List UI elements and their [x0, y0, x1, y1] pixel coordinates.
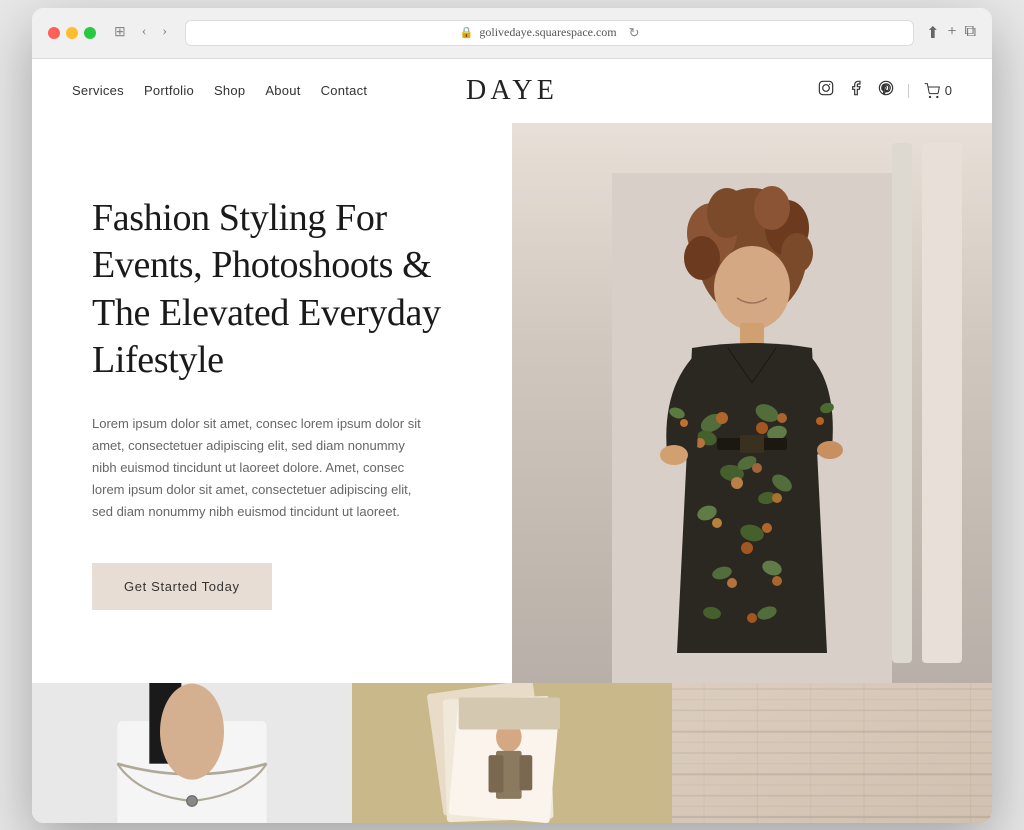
browser-controls: ⊞ ‹ ›	[108, 22, 173, 43]
close-button[interactable]	[48, 27, 60, 39]
browser-actions: ⬆ + ⧉	[926, 23, 976, 43]
gallery-item-photos	[352, 683, 672, 823]
nav-services[interactable]: Services	[72, 83, 124, 98]
new-tab-icon[interactable]: +	[948, 23, 957, 43]
back-button[interactable]: ‹	[136, 22, 153, 43]
website-content: Services Portfolio Shop About Contact DA…	[32, 59, 992, 823]
windows-icon[interactable]: ⧉	[965, 23, 976, 43]
minimize-button[interactable]	[66, 27, 78, 39]
get-started-button[interactable]: Get Started Today	[92, 563, 272, 610]
browser-chrome: ⊞ ‹ › 🔒 golivedaye.squarespace.com ↻ ⬆ +…	[32, 8, 992, 59]
nav-portfolio[interactable]: Portfolio	[144, 83, 194, 98]
nav-right: 0	[558, 80, 952, 101]
fullscreen-button[interactable]	[84, 27, 96, 39]
nav-shop[interactable]: Shop	[214, 83, 245, 98]
light-panel-1	[922, 143, 962, 663]
url-bar[interactable]: 🔒 golivedaye.squarespace.com ↻	[185, 20, 914, 46]
hero-image-background	[512, 123, 992, 683]
pinterest-icon[interactable]	[878, 80, 894, 101]
sidebar-toggle-icon[interactable]: ⊞	[108, 22, 132, 43]
instagram-icon[interactable]	[818, 80, 834, 101]
light-panel-2	[892, 143, 912, 663]
navigation: Services Portfolio Shop About Contact DA…	[32, 59, 992, 123]
hero-section: Fashion Styling For Events, Photoshoots …	[32, 123, 992, 683]
lock-icon: 🔒	[460, 26, 474, 39]
browser-window: ⊞ ‹ › 🔒 golivedaye.squarespace.com ↻ ⬆ +…	[32, 8, 992, 823]
hero-description: Lorem ipsum dolor sit amet, consec lorem…	[92, 413, 432, 523]
refresh-icon[interactable]: ↻	[629, 25, 640, 41]
hero-image	[512, 123, 992, 683]
url-text: golivedaye.squarespace.com	[479, 25, 616, 40]
site-logo[interactable]: DAYE	[466, 75, 558, 107]
share-icon[interactable]: ⬆	[926, 23, 939, 43]
gallery-item-jewelry	[32, 683, 352, 823]
facebook-icon[interactable]	[848, 80, 864, 101]
nav-about[interactable]: About	[265, 83, 300, 98]
hero-content: Fashion Styling For Events, Photoshoots …	[32, 123, 512, 683]
hero-title: Fashion Styling For Events, Photoshoots …	[92, 195, 472, 385]
forward-button[interactable]: ›	[156, 22, 173, 43]
nav-divider	[908, 84, 909, 98]
hero-person-figure	[612, 173, 892, 683]
traffic-lights	[48, 27, 96, 39]
nav-links-left: Services Portfolio Shop About Contact	[72, 83, 466, 98]
gallery-item-texture	[672, 683, 992, 823]
nav-contact[interactable]: Contact	[321, 83, 368, 98]
cart-count: 0	[945, 83, 952, 98]
cart-button[interactable]: 0	[923, 83, 952, 99]
gallery-section	[32, 683, 992, 823]
